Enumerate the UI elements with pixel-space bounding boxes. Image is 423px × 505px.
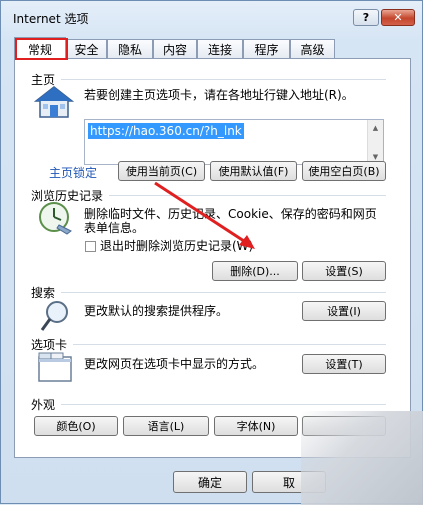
tab-content[interactable]: 内容 <box>153 39 197 59</box>
languages-button[interactable]: 语言(L) <box>123 416 209 436</box>
annotation-highlight-box <box>15 38 68 60</box>
use-default-button[interactable]: 使用默认值(F) <box>210 161 297 181</box>
title-bar: Internet 选项 ? ✕ <box>1 1 423 31</box>
tab-privacy[interactable]: 隐私 <box>107 39 153 59</box>
help-icon: ? <box>362 11 370 24</box>
section-divider <box>61 292 386 293</box>
ok-button[interactable]: 确定 <box>173 471 247 493</box>
use-blank-button[interactable]: 使用空白页(B) <box>302 161 386 181</box>
magnifier-icon <box>40 301 68 331</box>
homepage-description: 若要创建主页选项卡，请在各地址行键入地址(R)。 <box>84 88 354 102</box>
scroll-up-icon[interactable]: ▲ <box>368 120 383 135</box>
tab-advanced[interactable]: 高级 <box>290 39 335 59</box>
fonts-button[interactable]: 字体(N) <box>214 416 298 436</box>
tab-connections[interactable]: 连接 <box>197 39 243 59</box>
delete-history-button[interactable]: 删除(D)... <box>212 261 298 281</box>
homepage-locked-label: 主页锁定 <box>49 166 98 180</box>
house-icon <box>34 86 74 118</box>
section-divider <box>61 79 386 80</box>
tabs-settings-button[interactable]: 设置(T) <box>302 354 386 374</box>
use-current-button[interactable]: 使用当前页(C) <box>118 161 205 181</box>
tabs-section-description: 更改网页在选项卡中显示的方式。 <box>84 357 265 371</box>
history-description-line2: 表单信息。 <box>84 221 145 235</box>
watermark-overlay <box>301 411 423 505</box>
close-icon: ✕ <box>393 11 403 24</box>
annotation-arrow-icon <box>154 181 255 249</box>
history-settings-button[interactable]: 设置(S) <box>302 261 386 281</box>
tab-programs[interactable]: 程序 <box>243 39 290 59</box>
history-clock-icon <box>39 202 72 235</box>
tabs-window-icon <box>38 352 72 382</box>
close-button[interactable]: ✕ <box>381 9 415 26</box>
delete-on-exit-checkbox[interactable] <box>85 241 96 252</box>
window-title: Internet 选项 <box>13 12 89 26</box>
section-divider <box>61 404 386 405</box>
appearance-heading: 外观 <box>31 398 56 412</box>
help-button[interactable]: ? <box>353 9 379 26</box>
tab-security[interactable]: 安全 <box>66 39 107 59</box>
search-description: 更改默认的搜索提供程序。 <box>84 304 229 318</box>
internet-options-dialog: Internet 选项 ? ✕ 常规 安全 隐私 内容 连接 程序 高级 主页 … <box>0 0 423 505</box>
homepage-url-text: https://hao.360.cn/?h_lnk <box>88 123 244 139</box>
search-settings-button[interactable]: 设置(I) <box>302 301 386 321</box>
homepage-url-field[interactable]: https://hao.360.cn/?h_lnk ▲ ▼ <box>84 119 384 165</box>
url-field-scrollbar[interactable]: ▲ ▼ <box>367 120 383 164</box>
colors-button[interactable]: 颜色(O) <box>34 416 118 436</box>
section-divider <box>73 344 386 345</box>
